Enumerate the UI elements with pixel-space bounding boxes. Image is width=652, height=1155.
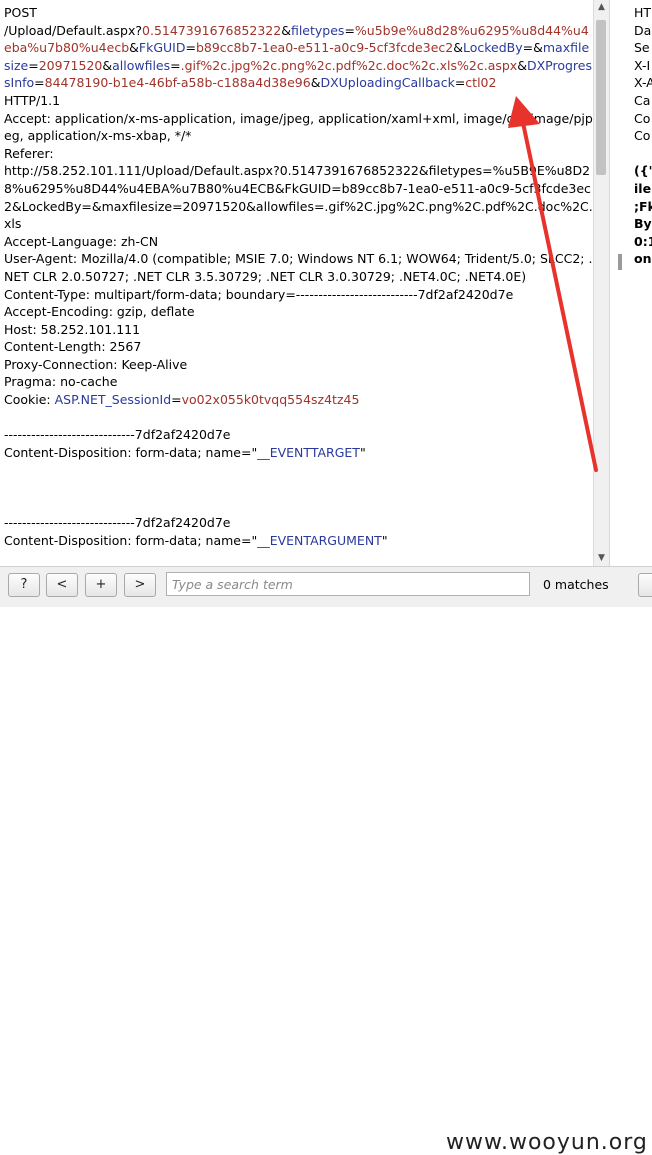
match-count: 0 matches [543,577,609,592]
search-toolbar: ? < + > 0 matches www.wooyun.org [0,566,652,1155]
help-button[interactable]: ? [8,573,40,597]
watermark: www.wooyun.org [446,1130,648,1155]
annotation-arrow [508,96,598,472]
response-search-button[interactable] [638,573,652,597]
search-input[interactable] [166,572,530,596]
next-match-button[interactable]: > [124,573,156,597]
add-button[interactable]: + [85,573,117,597]
previous-match-button[interactable]: < [46,573,78,597]
